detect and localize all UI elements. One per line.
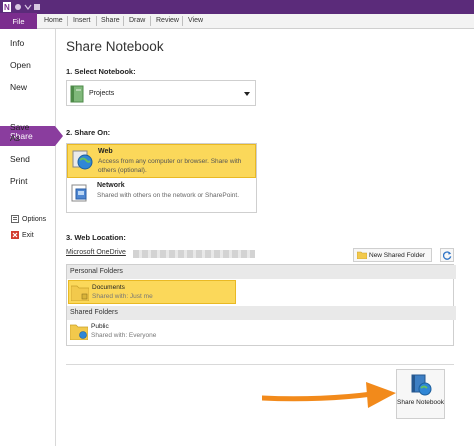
share-option-network[interactable]: Network Shared with others on the networ… — [67, 179, 256, 213]
folder-public[interactable]: Public Shared with: Everyone — [68, 320, 236, 344]
folder-public-shared: Shared with: Everyone — [91, 332, 157, 339]
notebook-dropdown-value: Projects — [89, 90, 115, 97]
tab-separator — [182, 16, 183, 26]
onedrive-account-link[interactable]: Microsoft OneDrive — [66, 249, 126, 256]
share-notebook-label: Share Notebook — [397, 399, 444, 406]
sidebar-item-print[interactable]: Print — [10, 176, 27, 186]
sidebar-item-new[interactable]: New — [10, 82, 27, 92]
network-icon — [71, 184, 87, 202]
folder-documents-name: Documents — [92, 284, 125, 291]
sidebar-item-save-as[interactable]: Save As — [10, 122, 38, 144]
ribbon — [0, 14, 474, 29]
chevron-down-icon[interactable] — [244, 92, 250, 96]
sidebar-item-open[interactable]: Open — [10, 60, 31, 70]
web-globe-icon — [72, 150, 93, 170]
notebook-icon — [70, 85, 84, 103]
sidebar-item-info[interactable]: Info — [10, 38, 24, 48]
new-shared-folder-label: New Shared Folder — [369, 251, 425, 259]
share-notebook-icon — [411, 374, 432, 396]
group-header-personal: Personal Folders — [67, 265, 456, 279]
section-select-notebook: 1. Select Notebook: — [66, 67, 136, 76]
refresh-button[interactable] — [440, 248, 454, 262]
sidebar-item-send[interactable]: Send — [10, 154, 30, 164]
folders-panel: Personal Folders Documents Shared with: … — [66, 264, 456, 346]
tab-insert[interactable]: Insert — [73, 17, 91, 24]
group-header-shared: Shared Folders — [67, 306, 456, 320]
options-label: Options — [22, 215, 47, 223]
svg-text:N: N — [4, 3, 10, 12]
notebook-dropdown[interactable]: Projects — [66, 80, 256, 106]
section-web-location: 3. Web Location: — [66, 233, 126, 242]
share-on-list: Web Access from any computer or browser.… — [66, 143, 257, 213]
folder-public-name: Public — [91, 323, 109, 330]
tab-view[interactable]: View — [188, 17, 203, 24]
share-notebook-button[interactable]: Share Notebook — [396, 369, 445, 419]
share-option-network-title: Network — [97, 182, 125, 189]
redacted-account-email — [133, 250, 255, 258]
pointer-arrow-icon — [262, 382, 396, 408]
share-option-network-desc: Shared with others on the network or Sha… — [97, 192, 239, 199]
share-option-web-desc: Access from any computer or browser. Sha… — [98, 158, 242, 174]
title-bar: N — [0, 0, 474, 14]
new-shared-folder-button[interactable]: New Shared Folder — [353, 248, 432, 262]
sidebar-item-options[interactable]: Options — [11, 215, 46, 223]
page-title: Share Notebook — [66, 39, 164, 54]
tab-separator — [123, 16, 124, 26]
folder-globe-icon — [70, 324, 88, 340]
exit-label: Exit — [22, 231, 34, 239]
new-folder-icon — [357, 251, 367, 259]
quick-access-icons[interactable]: N — [3, 2, 43, 12]
tab-home[interactable]: Home — [44, 17, 63, 24]
selected-arrow — [55, 126, 63, 146]
divider — [66, 364, 454, 365]
backstage-sidebar: Info Open New Share Save As Send Print O… — [0, 29, 63, 446]
tab-separator — [150, 16, 151, 26]
tab-share[interactable]: Share — [101, 17, 120, 24]
folder-documents[interactable]: Documents Shared with: Just me — [68, 280, 236, 304]
refresh-icon — [443, 251, 452, 260]
folder-documents-shared: Shared with: Just me — [92, 293, 153, 300]
options-icon — [11, 215, 19, 223]
tab-separator — [67, 16, 68, 26]
folder-lock-icon — [71, 285, 89, 301]
tab-separator — [96, 16, 97, 26]
exit-icon — [11, 231, 19, 239]
tab-draw[interactable]: Draw — [129, 17, 145, 24]
share-option-web-title: Web — [98, 148, 113, 155]
share-option-web[interactable]: Web Access from any computer or browser.… — [67, 144, 256, 178]
section-share-on: 2. Share On: — [66, 128, 111, 137]
sidebar-item-exit[interactable]: Exit — [11, 231, 34, 239]
file-tab[interactable]: File — [0, 13, 37, 29]
tab-review[interactable]: Review — [156, 17, 179, 24]
